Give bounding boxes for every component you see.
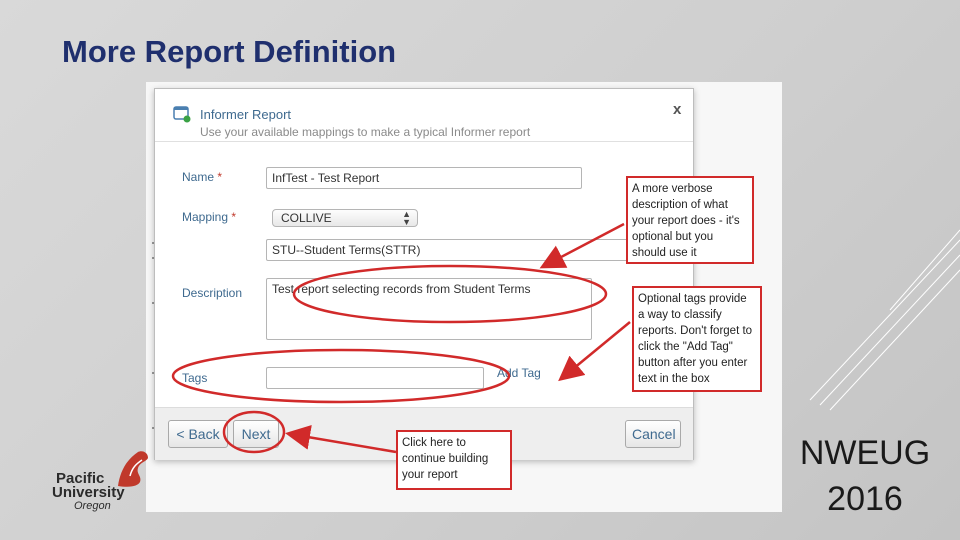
- back-button[interactable]: < Back: [168, 420, 228, 448]
- slide-title: More Report Definition: [62, 34, 397, 69]
- mapping-label-text: Mapping: [182, 210, 229, 224]
- required-marker: *: [231, 210, 237, 224]
- name-input[interactable]: [266, 167, 582, 189]
- select-arrows-icon: ▲ ▼: [402, 209, 411, 227]
- dialog-header: Informer Report Use your available mappi…: [155, 89, 693, 142]
- next-callout: Click here to continue building your rep…: [396, 430, 512, 490]
- mapping-select-value: COLLIVE: [281, 211, 332, 225]
- pacific-university-logo: Pacific University Oregon: [52, 446, 152, 518]
- informer-report-dialog: Informer Report Use your available mappi…: [154, 88, 694, 460]
- close-icon[interactable]: x: [673, 101, 681, 118]
- tags-callout: Optional tags provide a way to classify …: [632, 286, 762, 392]
- next-button[interactable]: Next: [233, 420, 279, 448]
- name-label: Name *: [182, 170, 222, 184]
- mapping-select[interactable]: COLLIVE ▲ ▼: [272, 209, 418, 227]
- decorative-lines: [809, 229, 960, 411]
- conference-year: 2016: [827, 480, 903, 518]
- conference-label: NWEUG 2016: [790, 430, 940, 522]
- logo-text-oregon: Oregon: [74, 500, 111, 512]
- logo-text-university: University: [52, 484, 125, 501]
- mapping-label: Mapping *: [182, 210, 236, 224]
- add-tag-button[interactable]: Add Tag: [497, 366, 541, 380]
- description-label: Description: [182, 286, 243, 300]
- screenshot-panel: Informer Report Use your available mappi…: [146, 82, 782, 512]
- description-textarea[interactable]: Test report selecting records from Stude…: [266, 278, 592, 340]
- conference-name: NWEUG: [799, 434, 931, 472]
- tags-label: Tags: [182, 371, 208, 385]
- cancel-button[interactable]: Cancel: [625, 420, 681, 448]
- mapping-sub-input[interactable]: [266, 239, 636, 261]
- report-icon: [173, 106, 191, 123]
- dialog-subtitle: Use your available mappings to make a ty…: [200, 125, 531, 139]
- name-label-text: Name: [182, 170, 215, 184]
- description-callout: A more verbose description of what your …: [626, 176, 754, 264]
- required-marker: *: [217, 170, 223, 184]
- dialog-title: Informer Report: [200, 107, 292, 122]
- tags-input[interactable]: [266, 367, 484, 389]
